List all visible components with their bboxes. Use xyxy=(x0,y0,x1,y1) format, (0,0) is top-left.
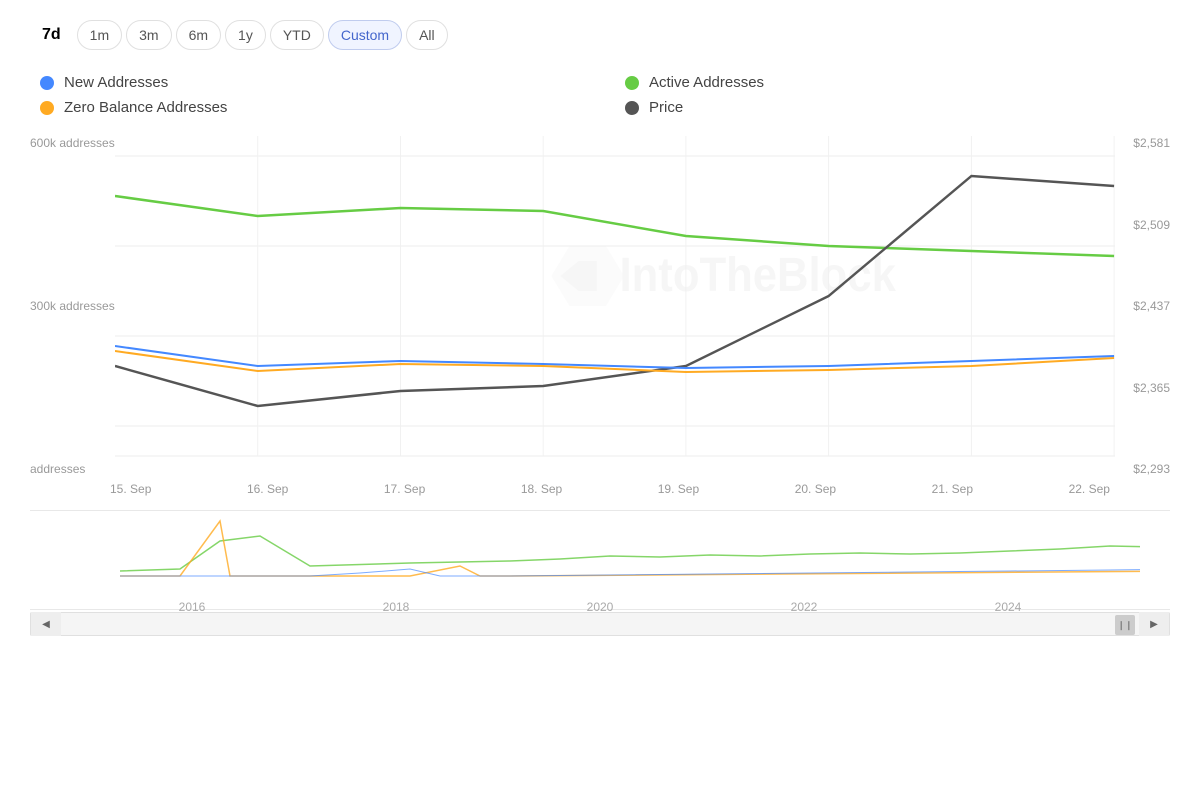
y-label-2293: $2,293 xyxy=(1115,462,1170,476)
y-label-2581: $2,581 xyxy=(1115,136,1170,150)
time-btn-ytd[interactable]: YTD xyxy=(270,20,324,50)
scrollbar[interactable]: ◀ ❙❙ ▶ xyxy=(30,612,1170,636)
time-btn-3m[interactable]: 3m xyxy=(126,20,171,50)
x-axis: 15. Sep 16. Sep 17. Sep 18. Sep 19. Sep … xyxy=(30,476,1170,496)
x-label-sep17: 17. Sep xyxy=(384,482,425,496)
legend-dot-new-addresses xyxy=(40,76,54,90)
time-btn-1m[interactable]: 1m xyxy=(77,20,122,50)
chart-section: 600k addresses 300k addresses addresses … xyxy=(30,136,1170,636)
y-axis-left: 600k addresses 300k addresses addresses xyxy=(30,136,115,476)
new-addresses-line xyxy=(115,346,1114,368)
legend-dot-zero-balance xyxy=(40,101,54,115)
x-label-sep18: 18. Sep xyxy=(521,482,562,496)
y-axis-right: $2,581 $2,509 $2,437 $2,365 $2,293 xyxy=(1115,136,1170,476)
chart-legend: New Addresses Active Addresses Zero Bala… xyxy=(30,74,1170,116)
legend-zero-balance: Zero Balance Addresses xyxy=(40,99,585,116)
y-label-600k: 600k addresses xyxy=(30,136,115,150)
time-btn-all[interactable]: All xyxy=(406,20,448,50)
legend-dot-price xyxy=(625,101,639,115)
mini-chart-section: 2016 2018 2020 2022 2024 xyxy=(30,510,1170,610)
legend-active-addresses: Active Addresses xyxy=(625,74,1170,91)
time-btn-6m[interactable]: 6m xyxy=(176,20,221,50)
y-label-0: addresses xyxy=(30,462,115,476)
y-label-2509: $2,509 xyxy=(1115,218,1170,232)
x-label-sep20: 20. Sep xyxy=(795,482,836,496)
scroll-thumb[interactable]: ❙❙ xyxy=(1115,615,1135,635)
mini-chart-svg xyxy=(30,511,1170,591)
x-label-sep15: 15. Sep xyxy=(110,482,151,496)
y-label-300k: 300k addresses xyxy=(30,299,115,313)
time-btn-1y[interactable]: 1y xyxy=(225,20,266,50)
x-label-sep19: 19. Sep xyxy=(658,482,699,496)
active-addresses-line xyxy=(115,196,1114,256)
y-label-2437: $2,437 xyxy=(1115,299,1170,313)
time-btn-custom[interactable]: Custom xyxy=(328,20,402,50)
time-btn-7d[interactable]: 7d xyxy=(30,20,73,50)
y-label-2365: $2,365 xyxy=(1115,381,1170,395)
main-container: 7d 1m 3m 6m 1y YTD Custom All New Addres… xyxy=(0,0,1200,800)
scroll-right-arrow[interactable]: ▶ xyxy=(1139,612,1169,636)
x-label-sep16: 16. Sep xyxy=(247,482,288,496)
main-chart-svg: IntoTheBlock xyxy=(115,136,1115,476)
legend-label-price: Price xyxy=(649,99,683,116)
x-label-sep21: 21. Sep xyxy=(932,482,973,496)
scroll-track[interactable]: ❙❙ xyxy=(61,613,1139,635)
legend-label-active-addresses: Active Addresses xyxy=(649,74,764,91)
main-chart: 600k addresses 300k addresses addresses … xyxy=(30,136,1170,476)
x-label-sep22: 22. Sep xyxy=(1069,482,1110,496)
legend-price: Price xyxy=(625,99,1170,116)
legend-new-addresses: New Addresses xyxy=(40,74,585,91)
watermark: IntoTheBlock xyxy=(551,246,896,306)
scroll-left-arrow[interactable]: ◀ xyxy=(31,612,61,636)
legend-label-zero-balance: Zero Balance Addresses xyxy=(64,99,227,116)
time-range-bar: 7d 1m 3m 6m 1y YTD Custom All xyxy=(30,20,1170,50)
legend-label-new-addresses: New Addresses xyxy=(64,74,168,91)
legend-dot-active-addresses xyxy=(625,76,639,90)
